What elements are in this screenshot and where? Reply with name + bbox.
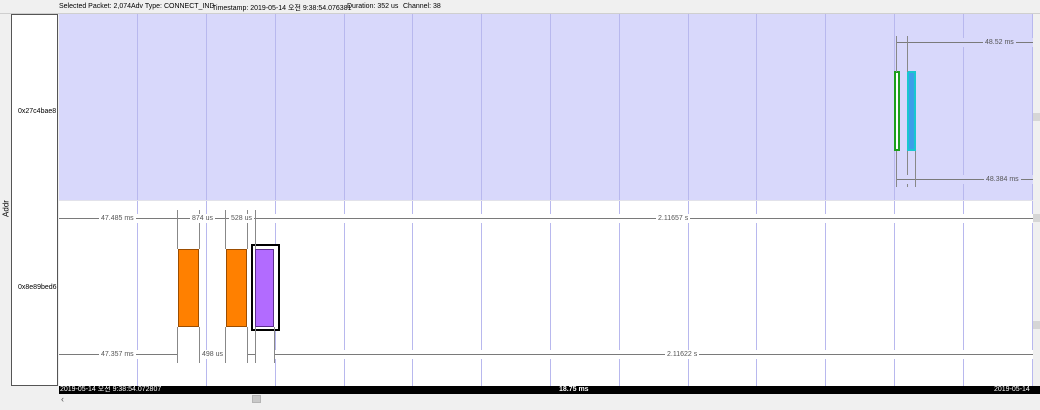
address-label-top[interactable]: 0x27c4bae8	[18, 108, 56, 115]
measure-bottom-below-gap	[248, 350, 255, 359]
packet-top-green[interactable]	[894, 71, 900, 151]
measure-top-above-gap	[897, 38, 907, 47]
measure-bottom-above-4: 2.11657 s	[256, 214, 1040, 223]
measure-tick	[177, 327, 178, 363]
y-axis-label: Addr	[1, 200, 11, 217]
packet-bottom-orange-2[interactable]	[226, 249, 247, 327]
horizontal-scrollbar[interactable]: ‹	[59, 394, 1040, 404]
address-label-bottom[interactable]: 0x8e89bed6	[18, 284, 57, 291]
measure-bottom-below-2: 498 us	[200, 350, 226, 359]
row-separator	[59, 200, 1040, 201]
measure-bottom-above-2: 874 us	[178, 214, 225, 223]
packet-top-blue[interactable]	[907, 71, 916, 151]
measure-top-below: 48.384 ms	[916, 175, 1040, 184]
adv-type-label: Adv Type: CONNECT_IND	[131, 3, 215, 10]
timeline-plot[interactable]: 48.52 ms 48.384 ms 47.485 ms 874 us 528 …	[59, 14, 1040, 386]
packet-bottom-purple[interactable]	[255, 249, 274, 327]
channel-label: Channel: 38	[403, 3, 441, 10]
measure-top-above: 48.52 ms	[908, 38, 1040, 47]
scroll-left-arrow-icon[interactable]: ‹	[61, 394, 64, 404]
measure-bottom-above-1: 47.485 ms	[59, 214, 177, 223]
address-column: 0x27c4bae8 0x8e89bed6	[11, 14, 58, 386]
scroll-thumb[interactable]	[252, 395, 261, 403]
vertical-scrollbar[interactable]	[1033, 14, 1040, 386]
scroll-mark	[1033, 113, 1040, 121]
scroll-mark	[1033, 321, 1040, 329]
measure-bottom-above-3: 528 us	[226, 214, 255, 223]
time-span-label: 18.75 ms	[559, 386, 589, 393]
time-axis-bar: 2019-05-14 오전 9:38:54.072807 18.75 ms 20…	[59, 386, 1040, 394]
timestamp-label: Timestamp: 2019-05-14 오전 9:38:54.076381	[212, 5, 352, 12]
packet-bottom-orange-1[interactable]	[178, 249, 199, 327]
y-axis-bar: Addr	[0, 14, 11, 386]
measure-tick	[225, 327, 226, 363]
status-bar: Selected Packet: 2,074 Adv Type: CONNECT…	[0, 0, 1040, 14]
measure-tick	[255, 327, 256, 363]
time-start-label: 2019-05-14 오전 9:38:54.072807	[60, 386, 162, 393]
measure-bottom-below-3: 2.11622 s	[275, 350, 1040, 359]
selected-packet-label: Selected Packet: 2,074	[59, 3, 131, 10]
measure-bottom-below-1: 47.357 ms	[59, 350, 177, 359]
scroll-mark	[1033, 214, 1040, 222]
duration-label: Duration: 352 us	[347, 3, 399, 10]
time-end-label: 2019-05-14	[994, 386, 1030, 393]
measure-top-below-gap	[897, 175, 915, 184]
